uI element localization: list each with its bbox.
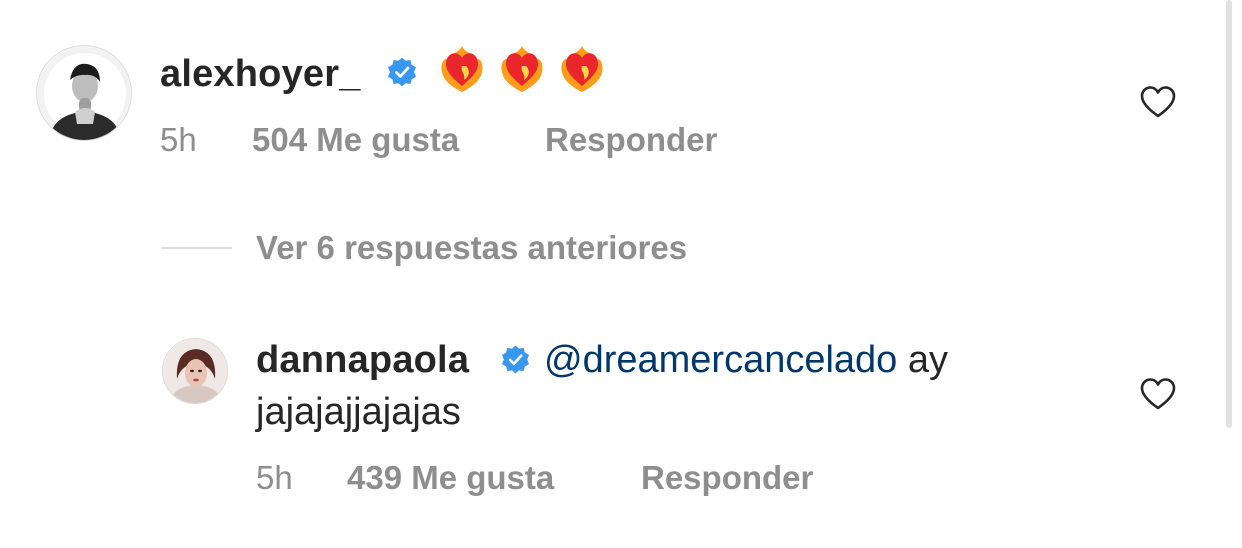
reply-likes[interactable]: 439 Me gusta — [347, 458, 554, 498]
view-previous-replies-button[interactable]: Ver 6 respuestas anteriores — [256, 228, 687, 268]
view-replies-divider — [162, 247, 232, 249]
reply-time: 5h — [256, 459, 293, 496]
heart-on-fire-emoji-3 — [556, 42, 608, 94]
heart-on-fire-emoji-1 — [436, 42, 488, 94]
reply-username[interactable]: dannapaola — [256, 338, 469, 382]
reply-text-line1: @dreamercancelado ay — [544, 338, 948, 382]
reply-text-line2: jajajajjajajas — [256, 391, 461, 433]
avatar-photo — [163, 339, 227, 403]
mention-link[interactable]: @dreamercancelado — [544, 339, 897, 381]
comment-username[interactable]: alexhoyer_ — [160, 52, 361, 96]
comment-time: 5h — [160, 121, 197, 158]
reply-reply-button[interactable]: Responder — [641, 458, 813, 498]
verified-badge-icon — [386, 56, 418, 88]
verified-badge-icon — [500, 344, 531, 375]
avatar-alexhoyer[interactable] — [36, 45, 132, 141]
comment-reply-button[interactable]: Responder — [545, 120, 717, 160]
reply-text-inline: ay — [897, 339, 949, 381]
scrollbar[interactable] — [1226, 0, 1232, 428]
heart-on-fire-emoji-2 — [496, 42, 548, 94]
avatar-photo — [37, 46, 131, 140]
avatar-dannapaola[interactable] — [162, 338, 228, 404]
heart-outline-icon[interactable] — [1139, 85, 1177, 119]
heart-outline-icon[interactable] — [1139, 377, 1177, 411]
comment-likes[interactable]: 504 Me gusta — [252, 120, 459, 160]
